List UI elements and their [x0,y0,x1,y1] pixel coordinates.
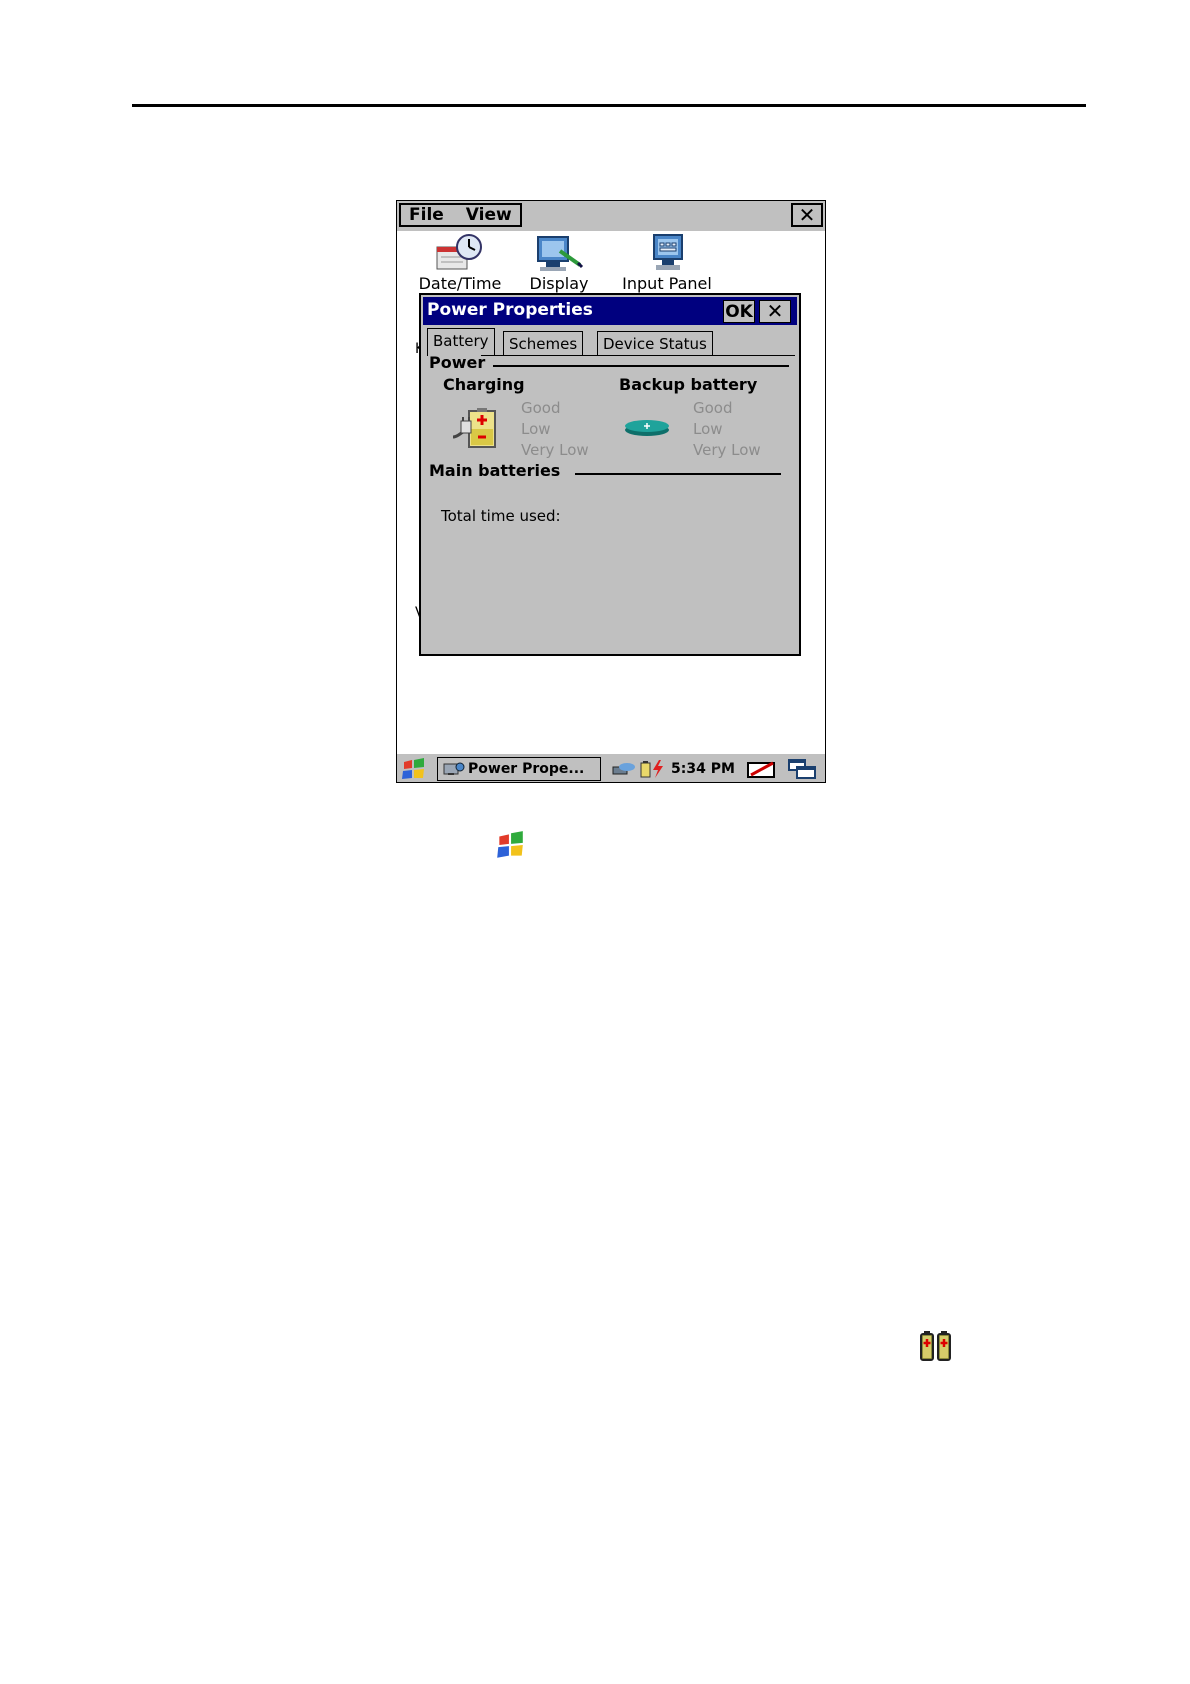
charging-level-good: Good [521,399,561,417]
display-label: Display [529,274,589,293]
task-label: Power Prope... [468,761,585,777]
menu-group: File View [399,203,522,227]
start-button[interactable] [399,757,431,781]
power-section-title: Power [429,353,486,372]
clock-time[interactable]: 5:34 PM [671,761,735,777]
keyboard-pen-icon [747,761,775,778]
main-batteries-title: Main batteries [429,461,561,480]
charging-title: Charging [443,375,525,394]
control-panel-close-button[interactable]: ✕ [791,203,823,227]
control-panel-menubar: File View ✕ [397,201,825,231]
backup-level-good: Good [693,399,733,417]
backup-level-low: Low [693,420,723,438]
dialog-title: Power Properties [427,300,593,320]
backup-battery-title: Backup battery [619,375,758,394]
charging-battery-icon [452,408,496,448]
input-panel-toggle[interactable] [745,757,779,781]
tab-device-status[interactable]: Device Status [597,331,713,355]
tab-battery[interactable]: Battery [427,328,495,356]
clock-calendar-icon [436,234,482,270]
section-divider [493,365,789,367]
dual-battery-icon [920,1331,951,1361]
windows-cascade-icon [788,759,816,779]
date-time-applet[interactable]: Date/Time [405,233,515,293]
dialog-titlebar: Power Properties OK ✕ [423,297,797,325]
section-divider [575,473,781,475]
total-time-used-label: Total time used: [441,507,561,525]
device-screen: File View ✕ Date/Time Display Input Pane… [396,200,826,783]
windows-flag-icon [497,831,523,858]
system-tray: 5:34 PM [609,757,739,781]
input-panel-applet[interactable]: Input Panel [607,233,727,293]
tab-schemes[interactable]: Schemes [503,331,584,355]
charging-level-very-low: Very Low [521,441,589,459]
power-task-icon [443,762,465,775]
desktop-toggle[interactable] [785,757,821,781]
display-applet[interactable]: Display [509,233,609,293]
taskbar: Power Prope... 5:34 PM [397,753,825,782]
menu-view[interactable]: View [466,205,512,225]
tab-baseline [481,355,795,356]
input-panel-label: Input Panel [622,274,712,293]
power-properties-dialog: Power Properties OK ✕ Battery Schemes De… [419,293,801,656]
windows-flag-icon [402,758,424,779]
coin-battery-icon [625,420,669,436]
page-top-rule [132,104,1086,107]
backup-level-very-low: Very Low [693,441,761,459]
display-icon [537,236,584,271]
charging-level-low: Low [521,420,551,438]
battery-charging-icon[interactable] [639,759,669,779]
date-time-label: Date/Time [418,274,502,293]
keyboard-monitor-icon [653,234,683,270]
menu-file[interactable]: File [409,205,444,225]
network-icon[interactable] [611,759,637,779]
dialog-close-button[interactable]: ✕ [759,300,791,323]
taskbar-task-power-properties[interactable]: Power Prope... [437,757,601,781]
ok-button[interactable]: OK [723,300,755,323]
